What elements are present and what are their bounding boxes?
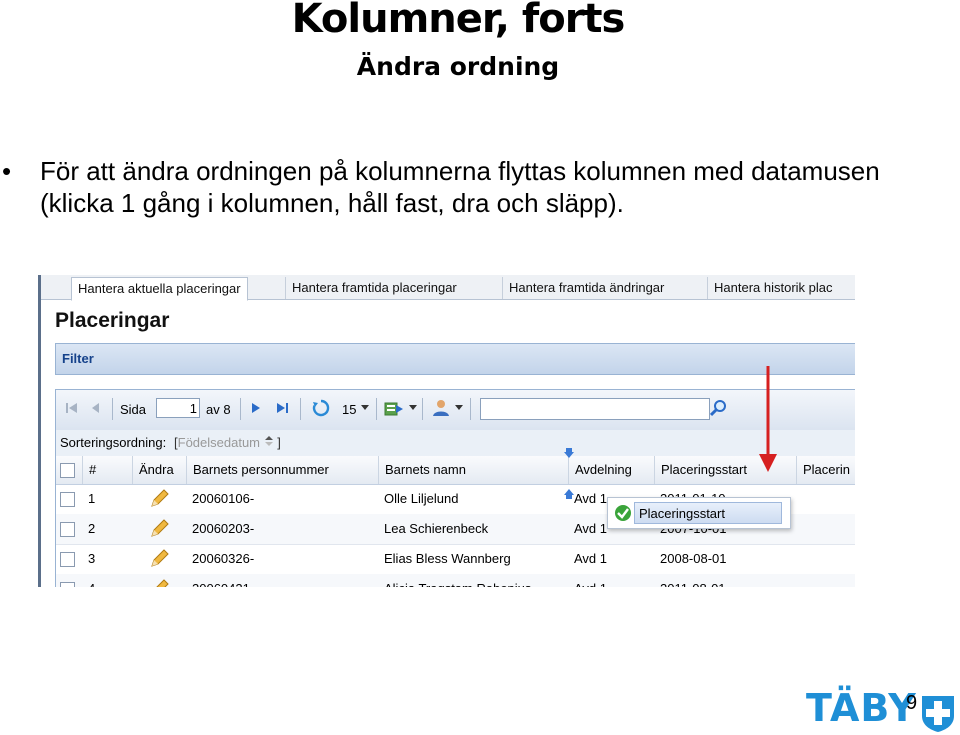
- toolbar-separator: [422, 398, 423, 420]
- column-header-department[interactable]: Avdelning: [568, 456, 653, 484]
- department: Avd 1: [574, 491, 608, 506]
- app-screenshot: Hantera aktuella placeringar Hantera fra…: [38, 275, 855, 587]
- bullet-marker: •: [2, 156, 12, 186]
- pencil-icon[interactable]: [148, 518, 170, 540]
- placement-start: 2008-08-01: [660, 551, 727, 566]
- toolbar-separator: [112, 398, 113, 420]
- search-icon[interactable]: [710, 399, 728, 417]
- chevron-down-icon[interactable]: [454, 404, 464, 412]
- personal-number: 20060203-: [192, 521, 255, 536]
- export-icon[interactable]: [384, 399, 404, 417]
- tab-bar: Hantera aktuella placeringar Hantera fra…: [41, 275, 855, 301]
- page-count: av 8: [206, 402, 231, 417]
- column-drag-proxy[interactable]: Placeringsstart: [607, 497, 791, 529]
- pencil-icon[interactable]: [148, 548, 170, 570]
- child-name: Alicia Tragstam Rabenius: [378, 574, 531, 587]
- child-name: Olle Liljelund: [384, 491, 459, 506]
- pencil-icon[interactable]: [148, 578, 170, 587]
- column-header-number[interactable]: #: [82, 456, 131, 484]
- column-header-child-name[interactable]: Barnets namn: [378, 456, 567, 484]
- department: Avd 1: [568, 574, 607, 587]
- page-number: 9: [906, 692, 918, 714]
- personal-number: 20060106-: [192, 491, 255, 506]
- chevron-down-icon[interactable]: [360, 404, 370, 412]
- filter-label: Filter: [62, 351, 94, 366]
- placements-grid: Sida 1 av 8 15 Sorteringsordning: [Födel…: [55, 389, 855, 587]
- search-input[interactable]: [480, 398, 710, 420]
- sort-arrows-icon: [264, 436, 273, 446]
- drag-proxy-label: Placeringsstart: [634, 502, 782, 524]
- tab-current-placements[interactable]: Hantera aktuella placeringar: [71, 277, 248, 301]
- sort-order-label: Sorteringsordning:: [60, 435, 167, 450]
- personal-number: 20060326-: [192, 551, 255, 566]
- sort-order-value[interactable]: [Födelsedatum ]: [174, 435, 281, 450]
- row-number: 2: [88, 521, 96, 536]
- select-all-cell[interactable]: [56, 456, 82, 484]
- grid-toolbar: Sida 1 av 8 15: [56, 390, 855, 431]
- red-arrow-icon: [759, 366, 777, 472]
- column-header-edit[interactable]: Ändra: [132, 456, 185, 484]
- page-label: Sida: [120, 402, 147, 417]
- tab-history[interactable]: Hantera historik plac: [707, 277, 839, 299]
- instruction-text: För att ändra ordningen på kolumnerna fl…: [40, 156, 880, 218]
- pencil-icon[interactable]: [148, 488, 170, 510]
- checkmark-icon: [615, 505, 631, 521]
- child-name: Elias Bless Wannberg: [384, 551, 511, 566]
- slide-title: Kolumner, forts: [291, 0, 626, 42]
- toolbar-separator: [470, 398, 471, 420]
- filter-panel-header[interactable]: Filter: [55, 343, 855, 375]
- user-icon[interactable]: [432, 399, 452, 417]
- row-number: 3: [88, 551, 96, 566]
- toolbar-separator: [240, 398, 241, 420]
- row-number: 4: [82, 574, 95, 587]
- page-number-input[interactable]: 1: [156, 398, 200, 418]
- row-checkbox[interactable]: [60, 522, 75, 537]
- table-row[interactable]: 3 20060326- Elias Bless Wannberg Avd 1 2…: [56, 544, 855, 575]
- sort-order-bar: Sorteringsordning: [Födelsedatum ]: [56, 430, 855, 457]
- last-page-icon[interactable]: [274, 400, 290, 416]
- select-all-checkbox[interactable]: [60, 463, 75, 478]
- row-number: 1: [88, 491, 96, 506]
- child-name: Lea Schierenbeck: [384, 521, 489, 536]
- row-checkbox[interactable]: [60, 582, 75, 587]
- personal-number: 20060421-: [186, 574, 254, 587]
- next-page-icon[interactable]: [248, 400, 264, 416]
- tab-future-placements[interactable]: Hantera framtida placeringar: [285, 277, 463, 299]
- page-title: Placeringar: [55, 309, 170, 332]
- chevron-down-icon[interactable]: [408, 404, 418, 412]
- sort-bracket-close: ]: [277, 435, 281, 450]
- department: Avd 1: [574, 551, 608, 566]
- column-header-placement-end[interactable]: Placerin: [796, 456, 855, 484]
- tab-future-changes[interactable]: Hantera framtida ändringar: [502, 277, 670, 299]
- taby-emblem-icon: [922, 696, 954, 732]
- slide-subtitle: Ändra ordning: [356, 52, 560, 81]
- drop-marker-down-icon: [564, 448, 574, 458]
- refresh-icon[interactable]: [312, 399, 330, 417]
- column-header-personal-number[interactable]: Barnets personnummer: [186, 456, 377, 484]
- table-row[interactable]: 4 20060421- Alicia Tragstam Rabenius Avd…: [56, 574, 855, 587]
- toolbar-separator: [376, 398, 377, 420]
- department: Avd 1: [574, 521, 608, 536]
- first-page-icon[interactable]: [64, 400, 80, 416]
- row-checkbox[interactable]: [60, 552, 75, 567]
- row-checkbox[interactable]: [60, 492, 75, 507]
- page-size-value[interactable]: 15: [342, 402, 356, 417]
- sort-field: Födelsedatum: [177, 435, 261, 450]
- toolbar-separator: [300, 398, 301, 420]
- logo-text: TÄBY: [806, 686, 917, 730]
- placement-start: 2011-08-01: [654, 574, 726, 587]
- previous-page-icon[interactable]: [88, 400, 104, 416]
- grid-header-row: # Ändra Barnets personnummer Barnets nam…: [56, 456, 855, 485]
